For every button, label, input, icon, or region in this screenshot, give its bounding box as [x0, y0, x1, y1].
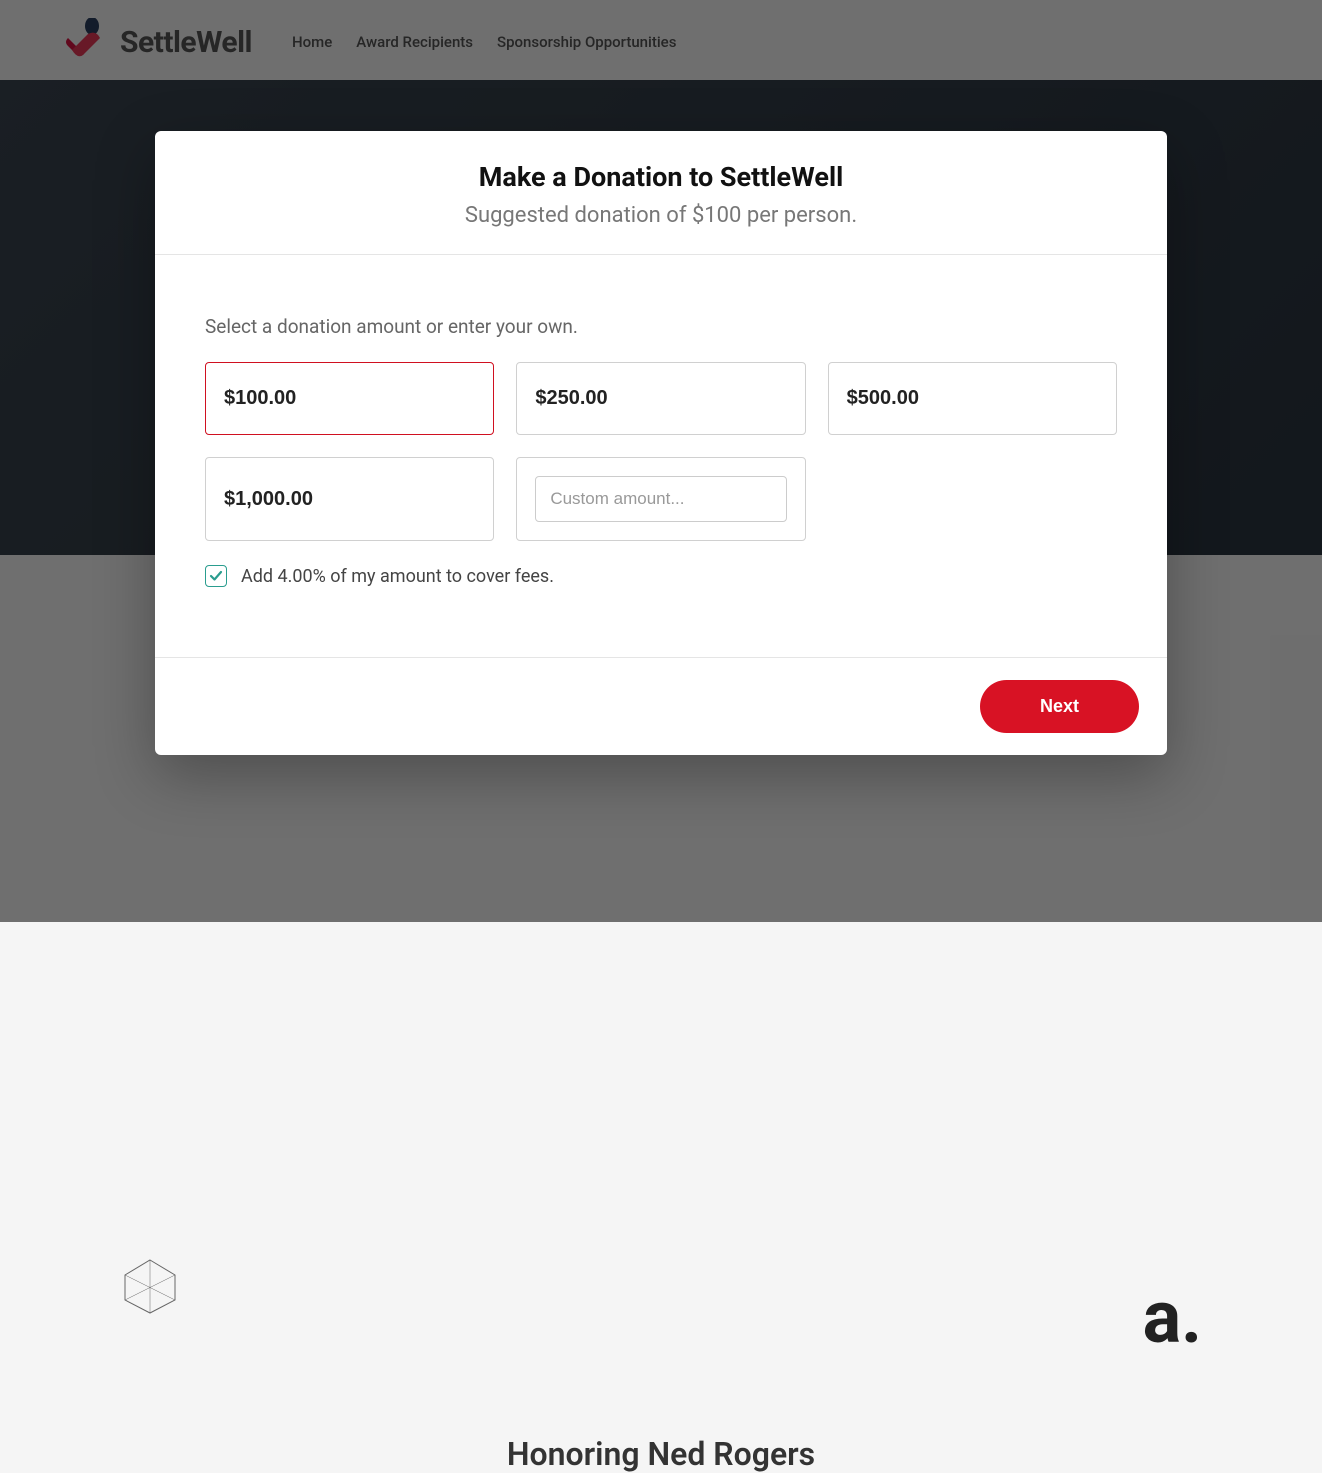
amount-option-1000[interactable]: $1,000.00	[205, 457, 494, 541]
donation-modal: Make a Donation to SettleWell Suggested …	[155, 131, 1167, 755]
modal-subtitle: Suggested donation of $100 per person.	[195, 203, 1127, 228]
amount-option-100[interactable]: $100.00	[205, 362, 494, 435]
amount-options-grid: $100.00 $250.00 $500.00 $1,000.00	[205, 362, 1117, 541]
honoring-heading: Honoring Ned Rogers	[507, 1435, 815, 1473]
tagline-fragment: a.	[1143, 1275, 1202, 1360]
fee-label: Add 4.00% of my amount to cover fees.	[241, 566, 554, 587]
amount-option-250[interactable]: $250.00	[516, 362, 805, 435]
modal-footer: Next	[155, 657, 1167, 755]
modal-header: Make a Donation to SettleWell Suggested …	[155, 131, 1167, 255]
custom-amount-input[interactable]	[535, 476, 786, 522]
next-button[interactable]: Next	[980, 680, 1139, 733]
fee-checkbox[interactable]	[205, 565, 227, 587]
geometric-icon	[120, 1255, 180, 1315]
modal-title: Make a Donation to SettleWell	[195, 161, 1127, 193]
instruction-text: Select a donation amount or enter your o…	[205, 315, 1117, 338]
amount-option-500[interactable]: $500.00	[828, 362, 1117, 435]
fee-coverage-row: Add 4.00% of my amount to cover fees.	[205, 565, 1117, 587]
custom-amount-option[interactable]	[516, 457, 805, 541]
modal-body: Select a donation amount or enter your o…	[155, 255, 1167, 657]
check-icon	[209, 569, 223, 583]
